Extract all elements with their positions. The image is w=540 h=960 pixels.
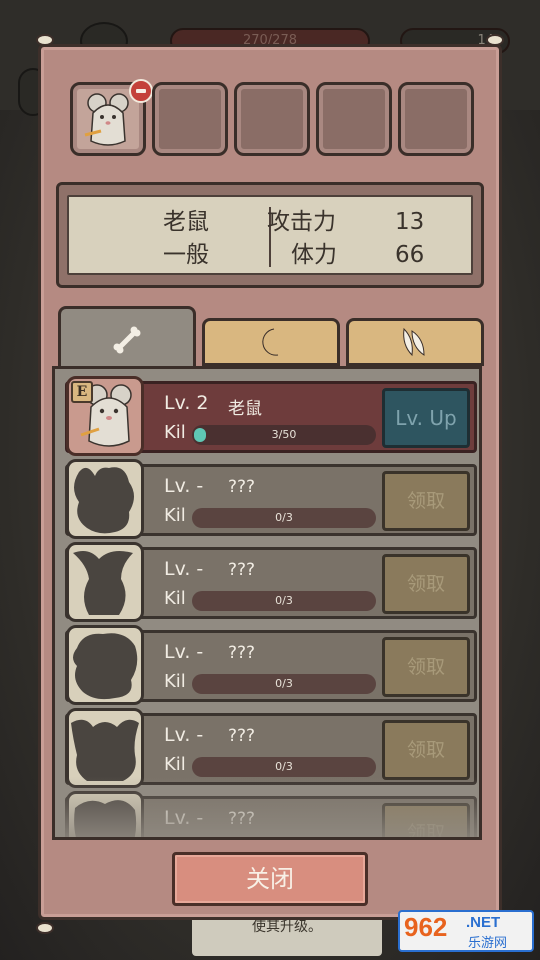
locked-silhouette-bat-icon xyxy=(71,719,139,781)
creature-row[interactable]: E Lv. 2 老鼠 Kil 3/50 Lv. Up xyxy=(65,376,477,456)
creature-name-label: ??? xyxy=(228,477,256,497)
watermark-suffix: .NET xyxy=(466,914,501,931)
claim-button[interactable]: 领取 xyxy=(382,554,470,614)
creature-level: Lv. - xyxy=(164,807,204,829)
creature-level: Lv. - xyxy=(164,558,204,580)
creature-row[interactable]: Lv. - ??? Kil 0/3 领取 xyxy=(65,708,477,788)
tab-feather[interactable] xyxy=(346,318,484,366)
kill-progress-bar: 0/3 xyxy=(192,591,376,611)
panel-corner-top-right xyxy=(486,34,504,46)
attack-value: 13 xyxy=(395,209,425,235)
equip-slot-5[interactable] xyxy=(398,82,474,156)
locked-silhouette-bird-icon xyxy=(73,551,133,615)
tab-moon[interactable] xyxy=(202,318,340,366)
creature-name: 老鼠 xyxy=(163,209,209,235)
kill-progress-bar: 0/3 xyxy=(192,508,376,528)
creature-portrait xyxy=(66,708,144,788)
kill-label: Kil xyxy=(164,422,186,443)
crescent-moon-icon xyxy=(262,328,279,356)
kill-progress-bar: 0/3 xyxy=(192,674,376,694)
bone-icon xyxy=(113,326,141,353)
watermark-brand: 962 xyxy=(404,912,448,942)
claim-button[interactable]: 领取 xyxy=(382,803,470,837)
panel-corner-top-left xyxy=(36,34,54,46)
kill-label: Kil xyxy=(164,588,186,609)
feathers-icon xyxy=(403,327,425,357)
kill-progress-text: 0/3 xyxy=(275,594,293,607)
creature-portrait: E xyxy=(66,376,144,456)
kill-progress-text: 0/3 xyxy=(275,760,293,773)
creature-row[interactable]: Lv. - ??? Kil 0/3 领取 xyxy=(65,542,477,622)
watermark-site: 乐游网 xyxy=(468,936,508,951)
attack-label: 攻击力 xyxy=(267,209,336,235)
creature-level: Lv. 2 xyxy=(164,392,209,414)
kill-progress-bar: 3/50 xyxy=(192,425,376,445)
kill-label: Kil xyxy=(164,671,186,692)
creature-name-label: 老鼠 xyxy=(228,399,262,419)
creature-name-label: ??? xyxy=(228,726,256,746)
locked-silhouette-creature-icon xyxy=(74,800,137,837)
kill-progress-text: 0/3 xyxy=(275,511,293,524)
rank-badge: E xyxy=(71,381,93,403)
creature-row[interactable]: Lv. - ??? Kil 0/3 领取 xyxy=(65,459,477,539)
equip-slot-3[interactable] xyxy=(234,82,310,156)
claim-button[interactable]: 领取 xyxy=(382,637,470,697)
panel-corner-bottom-left xyxy=(36,922,54,934)
creature-name-label: ??? xyxy=(228,809,256,829)
hp-value: 66 xyxy=(395,242,425,268)
rat-portrait-icon xyxy=(84,93,129,146)
creature-portrait xyxy=(66,625,144,705)
stats-box: 老鼠 一般 攻击力 13 体力 66 xyxy=(56,182,484,288)
creature-portrait xyxy=(66,791,144,837)
claim-button[interactable]: 领取 xyxy=(382,720,470,780)
stats-inner: 老鼠 一般 攻击力 13 体力 66 xyxy=(67,195,473,275)
locked-silhouette-rabbit-icon xyxy=(74,467,134,534)
kill-progress-text: 0/3 xyxy=(275,677,293,690)
equip-slot-2[interactable] xyxy=(152,82,228,156)
creature-portrait xyxy=(66,542,144,622)
creature-level: Lv. - xyxy=(164,724,204,746)
creature-level: Lv. - xyxy=(164,641,204,663)
creature-name-label: ??? xyxy=(228,560,256,580)
locked-silhouette-beast-icon xyxy=(73,633,138,700)
equip-slot-4[interactable] xyxy=(316,82,392,156)
kill-progress-text: 3/50 xyxy=(271,428,297,441)
level-up-button[interactable]: Lv. Up xyxy=(382,388,470,448)
close-button[interactable]: 关闭 xyxy=(172,852,368,906)
creature-row[interactable]: Lv. - ??? Kil 0/3 领取 xyxy=(65,625,477,705)
kill-label: Kil xyxy=(164,754,186,775)
claim-button[interactable]: 领取 xyxy=(382,471,470,531)
equip-slot-1[interactable] xyxy=(70,79,153,156)
creature-row[interactable]: Lv. - ??? 领取 xyxy=(65,791,477,837)
creature-rarity: 一般 xyxy=(163,242,209,268)
creature-list[interactable]: E Lv. 2 老鼠 Kil 3/50 Lv. Up Lv. - ??? Kil… xyxy=(52,366,482,840)
kill-progress-bar: 0/3 xyxy=(192,757,376,777)
site-watermark: 962 .NET 乐游网 xyxy=(398,906,536,956)
creature-name-label: ??? xyxy=(228,643,256,663)
tab-bone[interactable] xyxy=(58,306,196,370)
creature-level: Lv. - xyxy=(164,475,204,497)
remove-equip-button[interactable] xyxy=(129,79,153,103)
creature-portrait xyxy=(66,459,144,539)
hp-label: 体力 xyxy=(291,242,337,268)
kill-label: Kil xyxy=(164,505,186,526)
